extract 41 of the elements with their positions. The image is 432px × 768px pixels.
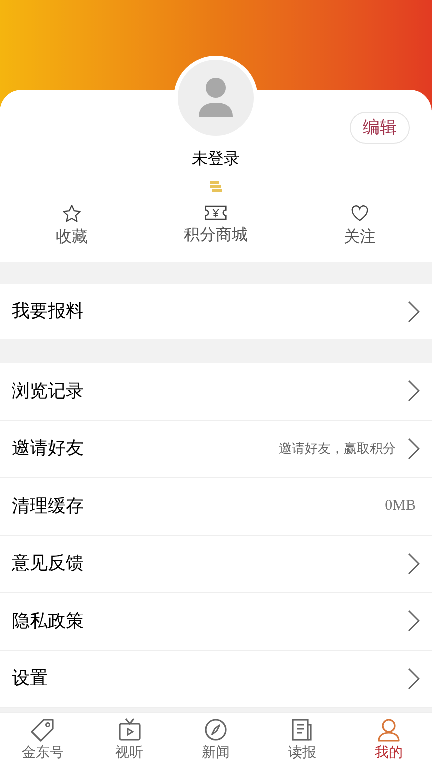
compass-icon	[202, 717, 229, 743]
tab-item[interactable]: 视听	[94, 717, 165, 764]
menu-row[interactable]: 隐私政策	[0, 593, 432, 650]
cache-size: 0MB	[385, 497, 417, 516]
row-label: 邀请好友	[12, 437, 84, 460]
row-label: 浏览记录	[12, 380, 84, 403]
tab-item[interactable]: 新闻	[180, 717, 251, 764]
quick-action[interactable]: 积分商城	[156, 204, 276, 250]
chevron-right-icon	[408, 668, 420, 690]
star-icon	[62, 204, 82, 224]
tab-item[interactable]: 读报	[267, 717, 338, 764]
menu-row[interactable]: 设置	[0, 650, 432, 708]
tag-icon	[30, 717, 56, 743]
menu-row[interactable]: 邀请好友 邀请好友，赢取积分	[0, 420, 432, 478]
row-hint: 邀请好友，赢取积分	[279, 440, 396, 458]
person-silhouette-icon	[197, 77, 235, 119]
row-label: 意见反馈	[12, 552, 84, 576]
row-label: 清理缓存	[12, 494, 84, 518]
coins-icon	[210, 180, 222, 192]
quick-action[interactable]: 收藏	[12, 204, 132, 250]
user-icon	[376, 717, 402, 743]
heart-icon	[350, 204, 370, 224]
edit-button[interactable]: 编辑	[350, 112, 410, 144]
row-label: 隐私政策	[12, 610, 84, 633]
tab-item[interactable]: 金东号	[8, 717, 78, 764]
tv-icon	[116, 717, 143, 743]
row-label: 我要报料	[12, 300, 84, 323]
tab-item[interactable]: 我的	[354, 717, 424, 764]
row-label: 设置	[12, 667, 48, 690]
chevron-right-icon	[408, 610, 420, 632]
menu-row[interactable]: 清理缓存 0MB	[0, 478, 432, 536]
chevron-right-icon	[408, 438, 420, 460]
ticket-icon	[204, 204, 228, 222]
quick-action[interactable]: 关注	[300, 204, 420, 250]
chevron-right-icon	[408, 380, 420, 402]
report-row[interactable]: 我要报料	[0, 284, 432, 339]
menu-row[interactable]: 浏览记录	[0, 363, 432, 420]
menu-row[interactable]: 意见反馈	[0, 536, 432, 593]
chevron-right-icon	[408, 300, 420, 322]
user-name: 未登录	[192, 150, 240, 170]
chevron-right-icon	[408, 552, 420, 575]
